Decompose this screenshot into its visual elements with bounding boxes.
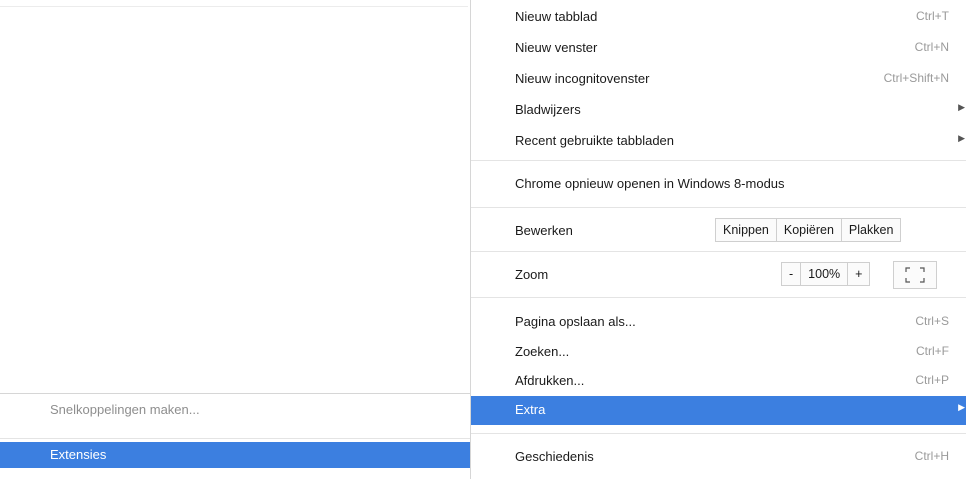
menu-item-shortcut: Ctrl+N bbox=[914, 40, 949, 54]
menu-item-recent-tabs[interactable]: Recent gebruikte tabbladen ▶ bbox=[471, 127, 966, 156]
menu-item-find[interactable]: Zoeken... Ctrl+F bbox=[471, 338, 966, 367]
submenu-arrow-icon: ▶ bbox=[958, 133, 965, 143]
submenu-item-label: Snelkoppelingen maken... bbox=[50, 402, 200, 417]
fullscreen-icon bbox=[905, 267, 925, 283]
menu-item-label: Afdrukken... bbox=[515, 373, 585, 388]
menu-item-label: Nieuw tabblad bbox=[515, 9, 598, 24]
content-divider bbox=[0, 6, 468, 7]
menu-separator bbox=[471, 160, 966, 161]
menu-item-shortcut: Ctrl+F bbox=[916, 344, 949, 358]
menu-item-shortcut: Ctrl+T bbox=[916, 9, 949, 23]
submenu-item-extensions[interactable]: Extensies bbox=[0, 442, 470, 468]
menu-item-label: Chrome opnieuw openen in Windows 8-modus bbox=[515, 176, 785, 191]
menu-item-history[interactable]: Geschiedenis Ctrl+H bbox=[471, 443, 966, 472]
submenu-separator bbox=[0, 438, 470, 439]
menu-item-shortcut: Ctrl+S bbox=[915, 314, 949, 328]
menu-separator bbox=[471, 251, 966, 252]
menu-separator bbox=[471, 297, 966, 298]
menu-item-bookmarks[interactable]: Bladwijzers ▶ bbox=[471, 96, 966, 125]
menu-item-shortcut: Ctrl+P bbox=[915, 373, 949, 387]
menu-item-label: Nieuw venster bbox=[515, 40, 598, 55]
edit-button-group: Knippen Kopiëren Plakken bbox=[715, 218, 902, 242]
menu-separator bbox=[471, 207, 966, 208]
menu-item-label: Geschiedenis bbox=[515, 449, 594, 464]
menu-item-new-tab[interactable]: Nieuw tabblad Ctrl+T bbox=[471, 3, 966, 32]
submenu-item-label: Extensies bbox=[50, 447, 107, 462]
menu-item-shortcut: Ctrl+H bbox=[914, 449, 949, 463]
menu-item-new-incognito[interactable]: Nieuw incognitovenster Ctrl+Shift+N bbox=[471, 65, 966, 94]
menu-item-label: Bladwijzers bbox=[515, 102, 581, 117]
zoom-in-button[interactable]: + bbox=[848, 263, 869, 285]
zoom-controls: - 100% + bbox=[781, 262, 871, 286]
menu-item-label: Pagina opslaan als... bbox=[515, 314, 636, 329]
menu-item-shortcut: Ctrl+Shift+N bbox=[883, 71, 949, 85]
menu-item-print[interactable]: Afdrukken... Ctrl+P bbox=[471, 367, 966, 396]
copy-button[interactable]: Kopiëren bbox=[777, 219, 842, 241]
menu-item-label: Recent gebruikte tabbladen bbox=[515, 133, 675, 148]
submenu-arrow-icon: ▶ bbox=[958, 402, 965, 412]
menu-item-new-window[interactable]: Nieuw venster Ctrl+N bbox=[471, 34, 966, 63]
menu-item-save-page[interactable]: Pagina opslaan als... Ctrl+S bbox=[471, 308, 966, 337]
menu-item-label: Nieuw incognitovenster bbox=[515, 71, 650, 86]
edit-label: Bewerken bbox=[515, 223, 573, 238]
menu-item-relaunch-win8[interactable]: Chrome opnieuw openen in Windows 8-modus bbox=[471, 170, 966, 199]
more-tools-submenu: Snelkoppelingen maken... Extensies bbox=[0, 393, 470, 480]
menu-item-more-tools[interactable]: Extra ▶ bbox=[471, 396, 966, 425]
menu-row-zoom: Zoom - 100% + bbox=[471, 258, 966, 290]
zoom-label: Zoom bbox=[515, 267, 549, 282]
zoom-level: 100% bbox=[801, 263, 849, 285]
fullscreen-button[interactable] bbox=[893, 261, 937, 289]
chrome-main-menu: Nieuw tabblad Ctrl+T Nieuw venster Ctrl+… bbox=[470, 0, 966, 479]
menu-item-label: Extra bbox=[515, 402, 546, 417]
menu-separator bbox=[471, 433, 966, 434]
paste-button[interactable]: Plakken bbox=[842, 219, 900, 241]
menu-row-edit: Bewerken Knippen Kopiëren Plakken bbox=[471, 214, 966, 246]
cut-button[interactable]: Knippen bbox=[716, 219, 777, 241]
submenu-item-create-shortcuts[interactable]: Snelkoppelingen maken... bbox=[0, 397, 470, 423]
zoom-out-button[interactable]: - bbox=[782, 263, 802, 285]
menu-item-label: Zoeken... bbox=[515, 344, 570, 359]
submenu-arrow-icon: ▶ bbox=[958, 102, 965, 112]
